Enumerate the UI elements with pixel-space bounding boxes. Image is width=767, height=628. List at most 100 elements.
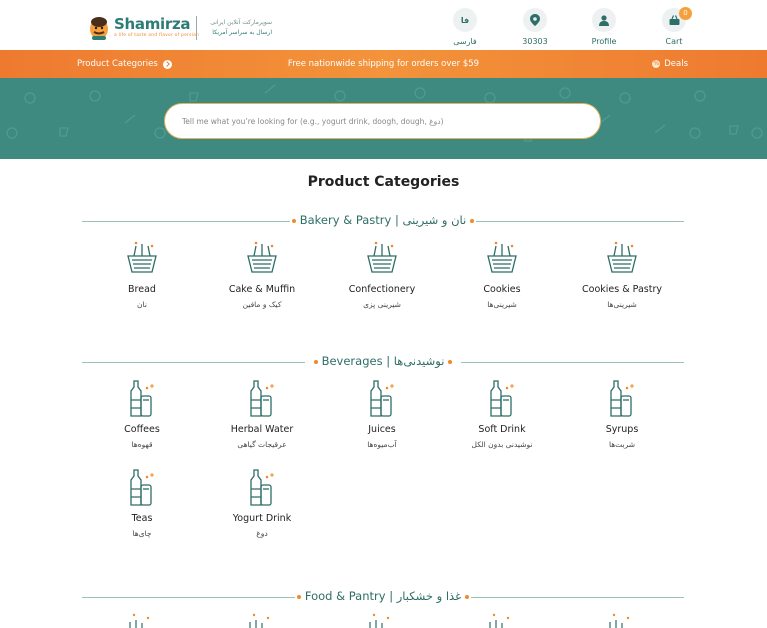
food-icon: [369, 613, 390, 628]
category-name-fa: چای‌ها: [132, 529, 152, 538]
category-name-fa: شیرینی‌ها: [607, 300, 637, 309]
food-icon: [129, 613, 150, 628]
category-item-yogurt-drink[interactable]: Yogurt Drink دوغ: [202, 467, 322, 538]
food-icon: [609, 613, 630, 628]
brand-name: Shamirza: [114, 15, 191, 33]
basket-icon: 0: [662, 7, 692, 32]
search-input[interactable]: [182, 116, 582, 126]
dot-icon: [291, 218, 296, 223]
search-bar[interactable]: [164, 103, 601, 139]
category-item-cookies[interactable]: Cookies شیرینی‌ها: [442, 238, 562, 309]
category-name-en: Cookies: [483, 284, 521, 295]
category-item-cookies-pastry[interactable]: Cookies & Pastry شیرینی‌ها: [562, 238, 682, 309]
bread-basket-icon: [487, 241, 517, 273]
category-item-herbal-water[interactable]: Herbal Water عرقیجات گیاهی: [202, 378, 322, 449]
food-icon: [489, 613, 510, 628]
category-name-en: Herbal Water: [230, 424, 294, 435]
cart-count-badge: 0: [679, 7, 692, 20]
bottles-icon: [250, 469, 274, 506]
location-pin-icon: [523, 8, 547, 32]
dot-icon: [448, 359, 453, 364]
category-name-en: Syrups: [605, 424, 639, 435]
location-button[interactable]: 30303: [510, 8, 560, 46]
percent-icon: %: [652, 60, 661, 68]
category-name-fa: نان: [137, 300, 147, 309]
bottles-icon: [490, 380, 514, 417]
section-header-bakery: Bakery & Pastry | نان و شیرینی: [82, 213, 684, 229]
bread-basket-icon: [247, 241, 277, 273]
category-name-en: Juices: [368, 424, 396, 435]
category-name-fa: نوشیدنی بدون الکل: [471, 440, 533, 449]
cart-label: Cart: [665, 37, 683, 46]
section-title-beverages[interactable]: Beverages | نوشیدنی‌ها: [322, 354, 445, 368]
category-item-soft-drink[interactable]: Soft Drink نوشیدنی بدون الکل: [442, 378, 562, 449]
category-name-en: Bread: [128, 284, 156, 295]
profile-button[interactable]: Profile: [579, 8, 629, 46]
category-name-fa: کیک و مافین: [242, 300, 282, 309]
dot-icon: [313, 359, 318, 364]
category-name-en: Yogurt Drink: [232, 513, 292, 524]
bread-basket-icon: [127, 241, 157, 273]
bottles-icon: [130, 380, 154, 417]
dot-icon: [296, 594, 301, 599]
category-name-en: Confectionery: [348, 284, 416, 295]
category-name-fa: شیرینی پزی: [363, 300, 401, 309]
bottles-icon: [610, 380, 634, 417]
bottles-icon: [370, 380, 394, 417]
category-item-cake-muffin[interactable]: Cake & Muffin کیک و مافین: [202, 238, 322, 309]
section-title-food-pantry[interactable]: Food & Pantry | غذا و خشکبار: [305, 589, 461, 603]
mascot-icon: [88, 14, 110, 40]
language-icon: فا: [453, 8, 477, 32]
category-name-en: Teas: [131, 513, 153, 524]
site-header: Shamirza a life of taste and flavor of p…: [0, 0, 767, 50]
brand-fa-line1: سوپرمارکت آنلاین ایرانی: [210, 19, 272, 26]
category-name-en: Soft Drink: [478, 424, 526, 435]
section-title-wrap: Food & Pantry | غذا و خشکبار: [82, 589, 684, 603]
category-item-juices[interactable]: Juices آب‌میوه‌ها: [322, 378, 442, 449]
category-name-en: Cake & Muffin: [228, 284, 296, 295]
category-item-confectionery[interactable]: Confectionery شیرینی پزی: [322, 238, 442, 309]
bread-basket-icon: [607, 241, 637, 273]
category-name-en: Coffees: [124, 424, 160, 435]
language-switch[interactable]: فا فارسی: [440, 8, 490, 46]
brand-fa-text: سوپرمارکت آنلاین ایرانی ارسال به سراسر آ…: [206, 18, 272, 38]
page-title: Product Categories: [307, 174, 460, 190]
section-title-wrap: Beverages | نوشیدنی‌ها: [82, 354, 684, 368]
header-divider: [196, 16, 197, 40]
category-name-fa: آب‌میوه‌ها: [367, 440, 397, 449]
promo-bar: Product Categories Free nationwide shipp…: [0, 50, 767, 78]
user-icon: [592, 8, 616, 32]
category-name-fa: شربت‌ها: [608, 440, 636, 449]
section-header-beverages: Beverages | نوشیدنی‌ها: [82, 354, 684, 370]
bread-basket-icon: [367, 241, 397, 273]
bottles-icon: [130, 469, 154, 506]
category-name-fa: شیرینی‌ها: [487, 300, 517, 309]
food-icon: [249, 613, 270, 628]
deals-link[interactable]: % Deals: [652, 59, 688, 69]
deals-label: Deals: [664, 59, 688, 69]
brand-tagline: a life of taste and flavor of persian: [114, 33, 200, 38]
category-name-en: Cookies & Pastry: [582, 284, 662, 295]
bottles-icon: [250, 380, 274, 417]
dot-icon: [470, 218, 475, 223]
search-hero: [0, 78, 767, 159]
language-label: فارسی: [453, 37, 477, 46]
brand-logo[interactable]: Shamirza a life of taste and flavor of p…: [88, 14, 199, 40]
category-name-fa: عرقیجات گیاهی: [237, 440, 287, 449]
category-name-fa: دوغ: [256, 529, 268, 538]
section-header-food-pantry: Food & Pantry | غذا و خشکبار: [82, 589, 684, 605]
food-pantry-items-row: [0, 612, 767, 628]
section-title-wrap: Bakery & Pastry | نان و شیرینی: [82, 213, 684, 227]
profile-label: Profile: [591, 37, 617, 46]
brand-fa-line2: ارسال به سراسر آمریکا: [212, 29, 272, 36]
category-item-coffees[interactable]: Coffees قهوه‌ها: [82, 378, 202, 449]
cart-button[interactable]: 0 Cart: [649, 7, 699, 46]
dot-icon: [465, 594, 470, 599]
category-item-syrups[interactable]: Syrups شربت‌ها: [562, 378, 682, 449]
category-item-bread[interactable]: Bread نان: [82, 238, 202, 309]
section-title-bakery[interactable]: Bakery & Pastry | نان و شیرینی: [300, 213, 467, 227]
category-name-fa: قهوه‌ها: [131, 440, 153, 449]
location-label: 30303: [522, 37, 548, 46]
language-icon-text: فا: [460, 15, 470, 25]
category-item-teas[interactable]: Teas چای‌ها: [82, 467, 202, 538]
